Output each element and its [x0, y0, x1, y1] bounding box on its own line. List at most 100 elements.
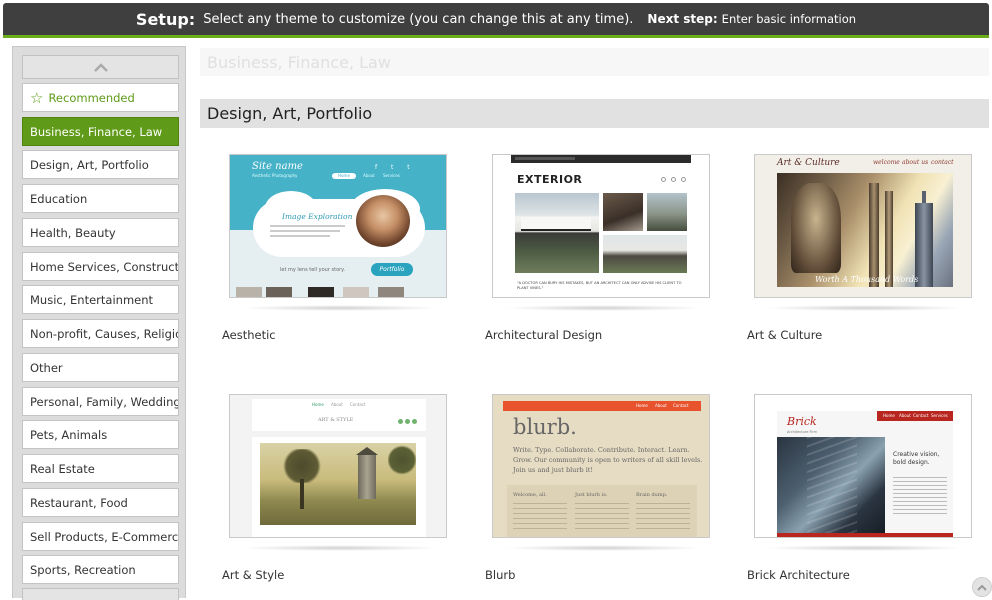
- setup-message: Select any theme to customize (you can c…: [203, 11, 634, 27]
- thumb-nav-welcome: welcome: [873, 159, 900, 166]
- thumbnail-shadow: [503, 305, 703, 311]
- skyscraper-image: [777, 437, 885, 537]
- theme-thumbnail-aesthetic[interactable]: Site name Aesthetic Photography f t t Ho…: [229, 154, 447, 298]
- thumb-quote: "A DOCTOR CAN BURY HIS MISTAKES, BUT AN …: [517, 281, 682, 290]
- sidebar-item-label: Music, Entertainment: [30, 292, 154, 307]
- thumb-col1: Welcome, all.: [513, 492, 547, 498]
- sidebar-item-label: Pets, Animals: [30, 427, 108, 442]
- sidebar-item-design[interactable]: Design, Art, Portfolio: [22, 150, 179, 179]
- theme-thumbnail-architectural-design[interactable]: EXTERIOR "A DOCTOR CAN BURY HIS MISTAKES…: [492, 154, 710, 298]
- next-step-label: Next step:: [647, 12, 718, 26]
- sidebar-item-recommended[interactable]: ☆ Recommended: [22, 83, 179, 112]
- thumb-col3: Brain dump.: [636, 492, 668, 498]
- setup-header-bar: Setup: Select any theme to customize (yo…: [3, 3, 989, 35]
- thumb-title: blurb.: [513, 415, 577, 439]
- sidebar-item-home-services[interactable]: Home Services, Construction: [22, 252, 179, 281]
- sidebar-item-label: Sports, Recreation: [30, 562, 136, 577]
- thumbnail-shadow: [240, 545, 440, 551]
- thumbnail-shadow: [765, 545, 965, 551]
- theme-name-architectural-design[interactable]: Architectural Design: [485, 328, 602, 342]
- sidebar-item-pets[interactable]: Pets, Animals: [22, 420, 179, 449]
- building-image-large: [515, 193, 599, 273]
- thumb-vision: Creative vision, bold design.: [893, 451, 940, 466]
- theme-name-blurb[interactable]: Blurb: [485, 568, 515, 582]
- building-image-4: [603, 235, 687, 273]
- thumb-nav-about: about us: [902, 159, 929, 166]
- thumb-sub: Architecture Firm: [787, 430, 818, 434]
- tower-painting-image: [260, 443, 416, 525]
- theme-name-brick-architecture[interactable]: Brick Architecture: [747, 568, 850, 582]
- thumb-nav-contact: contact: [931, 159, 954, 166]
- theme-thumbnail-blurb[interactable]: Home About Contact blurb. Write. Type. C…: [492, 394, 710, 538]
- setup-label: Setup:: [135, 9, 196, 29]
- sidebar-item-label: Home Services, Construction: [30, 259, 179, 274]
- sidebar-item-other[interactable]: Other: [22, 353, 179, 382]
- scroll-top-button[interactable]: [972, 577, 992, 597]
- sidebar-item-business[interactable]: Business, Finance, Law: [22, 117, 179, 146]
- sidebar-item-label: Business, Finance, Law: [30, 124, 163, 139]
- thumb-nav-services: Services: [931, 413, 948, 418]
- thumb-cta: Portfolio: [371, 263, 413, 276]
- thumb-story: let my lens tell your story.: [280, 267, 346, 273]
- sidebar-item-label: Other: [30, 360, 63, 375]
- sidebar-item-label: Non-profit, Causes, Religion: [30, 326, 179, 341]
- theme-name-art-culture[interactable]: Art & Culture: [747, 328, 822, 342]
- building-image-2: [603, 193, 643, 231]
- thumb-nav-contact: Contact: [913, 413, 929, 418]
- thumb-nav-about: About: [899, 413, 911, 418]
- sidebar-item-label: Restaurant, Food: [30, 495, 128, 510]
- section-heading: Design, Art, Portfolio: [200, 99, 989, 128]
- sidebar-item-health[interactable]: Health, Beauty: [22, 218, 179, 247]
- thumb-text: Write. Type. Collaborate. Contribute. In…: [513, 446, 703, 474]
- portrait-image: [354, 193, 412, 249]
- sidebar-item-label: Sell Products, E-Commerce: [30, 529, 179, 544]
- thumb-logo: Brick: [787, 415, 817, 428]
- thumb-nav-contact: Contact: [673, 403, 689, 408]
- chevron-up-icon: [93, 62, 108, 72]
- sidebar-item-restaurant[interactable]: Restaurant, Food: [22, 488, 179, 517]
- thumb-headline: Image Exploration: [282, 212, 353, 221]
- next-step-value: Enter basic information: [721, 12, 857, 26]
- sidebar-item-personal[interactable]: Personal, Family, Wedding: [22, 387, 179, 416]
- sidebar-item-sell-products[interactable]: Sell Products, E-Commerce: [22, 522, 179, 551]
- sidebar-item-label: Real Estate: [30, 461, 95, 476]
- thumbnail-shadow: [240, 305, 440, 311]
- thumb-nav-home: Home: [636, 403, 648, 408]
- scroll-up-button[interactable]: [22, 55, 179, 79]
- theme-thumbnail-art-style[interactable]: Home About Contact ART & STYLE: [229, 394, 447, 538]
- sidebar-item-label: Design, Art, Portfolio: [30, 157, 149, 172]
- sidebar-item-nonprofit[interactable]: Non-profit, Causes, Religion: [22, 319, 179, 348]
- thumbnail-shadow: [765, 305, 965, 311]
- thumb-nav-about: About: [331, 402, 343, 407]
- thumbnail-shadow: [503, 545, 703, 551]
- sidebar-item-label: Personal, Family, Wedding: [30, 394, 179, 409]
- category-sidebar: ☆ Recommended Business, Finance, Law Des…: [12, 46, 186, 600]
- thumb-caption: Worth A Thousand Words: [815, 275, 919, 284]
- previous-category-heading: Business, Finance, Law: [200, 48, 989, 76]
- sidebar-item-music[interactable]: Music, Entertainment: [22, 285, 179, 314]
- sidebar-item-label: Education: [30, 191, 88, 206]
- thumb-title: Art & Culture: [777, 158, 840, 168]
- thumb-nav-services: Services: [383, 173, 400, 178]
- thumb-title: ART & STYLE: [318, 417, 354, 423]
- theme-name-art-style[interactable]: Art & Style: [222, 568, 284, 582]
- thumb-tagline: Aesthetic Photography: [252, 173, 298, 178]
- thumb-site-name: Site name: [252, 161, 303, 172]
- theme-thumbnail-brick-architecture[interactable]: Home About Contact Services Brick Archit…: [754, 394, 972, 538]
- sidebar-item-sports[interactable]: Sports, Recreation: [22, 555, 179, 584]
- thumb-nav-about: About: [655, 403, 667, 408]
- thumb-nav-home: Home: [883, 413, 895, 418]
- scroll-down-button[interactable]: [22, 588, 179, 600]
- sidebar-item-label: Health, Beauty: [30, 225, 116, 240]
- thumb-col2: Just blurb is.: [575, 492, 608, 498]
- theme-name-aesthetic[interactable]: Aesthetic: [222, 328, 276, 342]
- sidebar-item-real-estate[interactable]: Real Estate: [22, 454, 179, 483]
- thumb-title: EXTERIOR: [517, 173, 583, 186]
- header-accent-line: [3, 35, 989, 38]
- thumb-nav-home: Home: [332, 173, 356, 179]
- sidebar-item-education[interactable]: Education: [22, 184, 179, 213]
- theme-thumbnail-art-culture[interactable]: Art & Culture welcome about us contact W…: [754, 154, 972, 298]
- thumb-nav-contact: Contact: [350, 402, 366, 407]
- sidebar-item-label: Recommended: [48, 90, 135, 105]
- thumb-nav-about: About: [363, 173, 375, 178]
